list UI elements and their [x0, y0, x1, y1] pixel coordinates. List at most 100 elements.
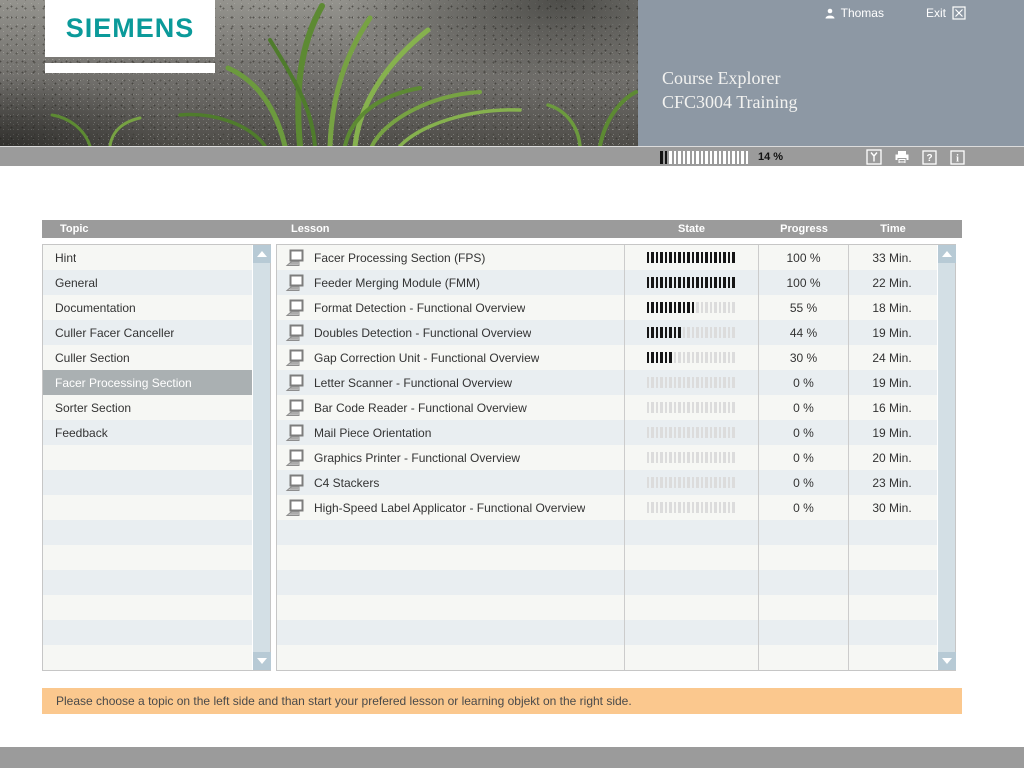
computer-icon	[285, 349, 305, 367]
siemens-logo-text: SIEMENS	[66, 13, 195, 44]
topic-label: Hint	[43, 251, 76, 265]
computer-icon	[285, 274, 305, 292]
info-icon[interactable]: i	[949, 149, 966, 166]
lesson-time-cell: 16 Min.	[848, 395, 935, 420]
topic-row[interactable]: Documentation	[43, 295, 252, 320]
lesson-row[interactable]: High-Speed Label Applicator - Functional…	[277, 495, 937, 520]
triangle-down-icon	[257, 658, 267, 664]
lesson-name-cell	[277, 620, 624, 645]
lesson-label: C4 Stackers	[314, 476, 379, 490]
lesson-state-cell	[624, 320, 758, 345]
app-title: Course Explorer CFC3004 Training	[662, 66, 798, 114]
hint-bar: Please choose a topic on the left side a…	[42, 688, 962, 714]
lesson-progress-cell	[758, 620, 848, 645]
lesson-filler-row	[277, 645, 937, 670]
lesson-filler-row	[277, 620, 937, 645]
lesson-time-cell: 19 Min.	[848, 420, 935, 445]
lesson-time-cell: 22 Min.	[848, 270, 935, 295]
lesson-progress-cell: 0 %	[758, 495, 848, 520]
lesson-name-cell	[277, 570, 624, 595]
topic-scrollbar[interactable]	[252, 245, 270, 670]
lesson-time-cell: 19 Min.	[848, 320, 935, 345]
lesson-row[interactable]: Gap Correction Unit - Functional Overvie…	[277, 345, 937, 370]
exit-close-icon	[952, 6, 966, 20]
lesson-name-cell: Format Detection - Functional Overview	[277, 295, 624, 320]
svg-text:i: i	[956, 153, 959, 164]
lesson-time-cell: 24 Min.	[848, 345, 935, 370]
topic-row[interactable]: Hint	[43, 245, 252, 270]
topic-label: Documentation	[43, 301, 136, 315]
lesson-row[interactable]: Letter Scanner - Functional Overview0 %1…	[277, 370, 937, 395]
column-header-progress: Progress	[759, 220, 849, 238]
scroll-up-button[interactable]	[253, 245, 271, 263]
course-progress-percent: 14 %	[758, 151, 783, 163]
computer-icon	[285, 449, 305, 467]
state-bars	[647, 402, 737, 413]
topic-label: Sorter Section	[43, 401, 131, 415]
lesson-name-cell: Feeder Merging Module (FMM)	[277, 270, 624, 295]
triangle-up-icon	[942, 251, 952, 257]
lesson-row[interactable]: Facer Processing Section (FPS)100 %33 Mi…	[277, 245, 937, 270]
computer-icon	[285, 324, 305, 342]
topic-label: Culler Facer Canceller	[43, 326, 174, 340]
topic-row[interactable]: Feedback	[43, 420, 252, 445]
lesson-row[interactable]: Doubles Detection - Functional Overview4…	[277, 320, 937, 345]
state-bars	[647, 277, 737, 288]
state-bars	[647, 302, 737, 313]
state-bars	[647, 427, 737, 438]
lesson-row[interactable]: Format Detection - Functional Overview55…	[277, 295, 937, 320]
scroll-down-button[interactable]	[938, 652, 956, 670]
lesson-label: High-Speed Label Applicator - Functional…	[314, 501, 585, 515]
lesson-row[interactable]: Mail Piece Orientation0 %19 Min.	[277, 420, 937, 445]
lesson-state-cell	[624, 545, 758, 570]
topic-label: Culler Section	[43, 351, 130, 365]
siemens-logo: SIEMENS	[45, 0, 215, 57]
topic-row[interactable]: Facer Processing Section	[43, 370, 252, 395]
footer-bar	[0, 747, 1024, 768]
topic-filler-row	[43, 570, 252, 595]
topic-row[interactable]: General	[43, 270, 252, 295]
tools-icon[interactable]	[865, 149, 882, 166]
print-icon[interactable]	[893, 149, 910, 166]
lesson-row[interactable]: C4 Stackers0 %23 Min.	[277, 470, 937, 495]
lesson-state-cell	[624, 620, 758, 645]
course-explorer-window: Thomas Exit Course Explorer CFC3004 Trai…	[0, 0, 1024, 768]
user-menu[interactable]: Thomas	[825, 6, 884, 20]
toolbar-icons: ? i	[865, 147, 966, 167]
lesson-time-cell: 30 Min.	[848, 495, 935, 520]
lesson-state-cell	[624, 495, 758, 520]
topic-filler-row	[43, 495, 252, 520]
exit-button[interactable]: Exit	[926, 6, 966, 20]
lesson-progress-cell	[758, 520, 848, 545]
lesson-state-cell	[624, 270, 758, 295]
lesson-label: Graphics Printer - Functional Overview	[314, 451, 520, 465]
computer-icon	[285, 399, 305, 417]
computer-icon	[285, 249, 305, 267]
lesson-name-cell	[277, 520, 624, 545]
scroll-up-button[interactable]	[938, 245, 956, 263]
lesson-label: Format Detection - Functional Overview	[314, 301, 525, 315]
lesson-label: Gap Correction Unit - Functional Overvie…	[314, 351, 539, 365]
topic-filler-row	[43, 545, 252, 570]
lesson-scrollbar[interactable]	[937, 245, 955, 670]
column-header-lesson: Lesson	[291, 220, 330, 238]
lesson-time-cell: 23 Min.	[848, 470, 935, 495]
scroll-down-button[interactable]	[253, 652, 271, 670]
lesson-row[interactable]: Bar Code Reader - Functional Overview0 %…	[277, 395, 937, 420]
lesson-state-cell	[624, 395, 758, 420]
lesson-state-cell	[624, 370, 758, 395]
lesson-row[interactable]: Graphics Printer - Functional Overview0 …	[277, 445, 937, 470]
help-icon[interactable]: ?	[921, 149, 938, 166]
topic-row[interactable]: Sorter Section	[43, 395, 252, 420]
topic-row[interactable]: Culler Facer Canceller	[43, 320, 252, 345]
table-header: Topic Lesson State Progress Time	[42, 220, 962, 238]
lesson-row[interactable]: Feeder Merging Module (FMM)100 %22 Min.	[277, 270, 937, 295]
topic-list: Hint General Documentation Culler Facer Can…	[43, 245, 252, 670]
lesson-progress-cell: 0 %	[758, 370, 848, 395]
lesson-time-cell	[848, 520, 935, 545]
lesson-name-cell: C4 Stackers	[277, 470, 624, 495]
topic-row[interactable]: Culler Section	[43, 345, 252, 370]
state-bars	[647, 252, 737, 263]
lesson-name-cell: Bar Code Reader - Functional Overview	[277, 395, 624, 420]
lesson-label: Mail Piece Orientation	[314, 426, 431, 440]
